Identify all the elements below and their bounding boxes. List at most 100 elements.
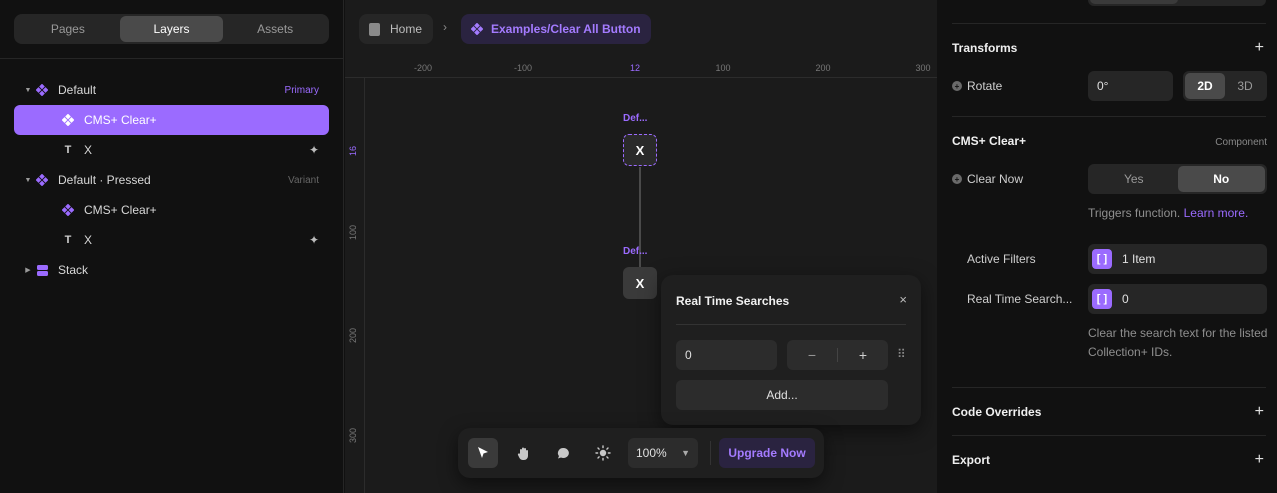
properties-panel: Transforms + + Rotate 0° 2D 3D CMS+ Clea… xyxy=(938,0,1277,493)
upgrade-now-button[interactable]: Upgrade Now xyxy=(719,438,815,468)
ruler-tick-highlight: 12 xyxy=(629,63,641,73)
expand-caret-icon[interactable]: ▼ xyxy=(22,177,34,184)
ruler-tick: 300 xyxy=(348,427,358,443)
tab-assets[interactable]: Assets xyxy=(223,16,327,42)
clear-now-label: + Clear Now xyxy=(952,172,1023,186)
hand-icon xyxy=(517,447,528,460)
zoom-value: 100% xyxy=(636,446,667,460)
theme-toggle-button[interactable] xyxy=(588,438,618,468)
divider xyxy=(710,441,711,465)
drag-handle-icon[interactable]: ⠿ xyxy=(897,347,906,361)
value-stepper: − + xyxy=(787,340,888,370)
divider xyxy=(952,116,1266,117)
vertical-ruler: 16 100 200 300 xyxy=(345,78,365,493)
mode-3d-option[interactable]: 3D xyxy=(1225,73,1265,99)
zoom-select[interactable]: 100% ▼ xyxy=(628,438,698,468)
layer-default[interactable]: ▼ Default Primary xyxy=(14,75,329,105)
divider xyxy=(676,324,906,325)
layer-cms-clear-selected[interactable]: CMS+ Clear+ xyxy=(14,105,329,135)
expand-caret-icon[interactable]: ▶ xyxy=(22,266,34,274)
comment-tool-button[interactable] xyxy=(548,438,578,468)
real-time-searches-popover: Real Time Searches × 0 − + ⠿ Add... xyxy=(661,275,921,425)
active-filters-value: 1 Item xyxy=(1122,252,1156,266)
variant-tag: Variant xyxy=(288,174,319,186)
triggers-text: Triggers function. xyxy=(1088,206,1181,220)
rotate-input[interactable]: 0° xyxy=(1088,71,1173,101)
add-transform-icon[interactable]: + xyxy=(1255,40,1264,56)
dimension-toggle: 2D 3D xyxy=(1183,71,1267,101)
tab-pages[interactable]: Pages xyxy=(16,16,120,42)
ruler-tick: 100 xyxy=(715,63,731,73)
layer-label: Default xyxy=(58,83,97,97)
add-code-override-icon[interactable]: + xyxy=(1255,404,1264,420)
real-time-searches-field[interactable]: [ ] 0 xyxy=(1088,284,1267,314)
close-icon[interactable]: × xyxy=(899,292,907,307)
add-item-button[interactable]: Add... xyxy=(676,380,888,410)
ruler-tick: -200 xyxy=(413,63,433,73)
clear-button-pressed[interactable]: X xyxy=(623,267,657,299)
real-time-searches-hint: Clear the search text for the listed Col… xyxy=(1088,326,1268,359)
component-instance-icon xyxy=(60,112,76,128)
layers-panel: Pages Layers Assets ▼ Default Primary CM… xyxy=(0,0,344,493)
sparkle-icon[interactable]: ✦ xyxy=(309,233,319,247)
clear-button-default[interactable]: X xyxy=(623,134,657,166)
component-instance-icon xyxy=(60,202,76,218)
horizontal-ruler: -200 -100 12 100 200 300 xyxy=(345,60,937,78)
real-time-searches-value: 0 xyxy=(1122,292,1129,306)
expand-caret-icon[interactable]: ▼ xyxy=(22,87,34,94)
frame-label[interactable]: Def... xyxy=(623,113,647,124)
component-icon xyxy=(34,172,50,188)
select-tool-button[interactable] xyxy=(468,438,498,468)
canvas-toolbar: 100% ▼ Upgrade Now xyxy=(458,428,824,478)
stack-icon xyxy=(34,262,50,278)
layer-label: CMS+ Clear+ xyxy=(84,203,157,217)
layer-tree: ▼ Default Primary CMS+ Clear+ T X ✦ ▼ De… xyxy=(14,75,329,285)
layer-default-pressed[interactable]: ▼ Default · Pressed Variant xyxy=(14,165,329,195)
mode-2d-option[interactable]: 2D xyxy=(1185,73,1225,99)
increment-button[interactable]: + xyxy=(838,347,888,363)
comment-icon xyxy=(557,447,569,458)
transforms-title: Transforms xyxy=(952,41,1018,55)
search-value-input[interactable]: 0 xyxy=(676,340,777,370)
component-subtitle: Component xyxy=(1215,137,1267,148)
layer-label: Default · Pressed xyxy=(58,173,151,187)
hand-tool-button[interactable] xyxy=(508,438,538,468)
triggers-hint: Triggers function. Learn more. xyxy=(1088,204,1248,223)
breadcrumb-home-label: Home xyxy=(390,22,423,36)
decrement-button[interactable]: − xyxy=(787,347,837,363)
rotate-label-text: Rotate xyxy=(967,79,1003,93)
canvas[interactable]: Home › Examples/Clear All Button -200 -1… xyxy=(345,0,937,493)
active-filters-label: Active Filters xyxy=(967,252,1036,266)
text-icon: T xyxy=(64,144,72,156)
learn-more-link[interactable]: Learn more. xyxy=(1184,206,1249,220)
plus-circle-icon[interactable]: + xyxy=(952,81,962,91)
clear-now-label-text: Clear Now xyxy=(967,172,1024,186)
no-option[interactable]: No xyxy=(1177,166,1265,192)
layer-stack[interactable]: ▶ Stack xyxy=(14,255,329,285)
breadcrumb-current-label: Examples/Clear All Button xyxy=(491,22,641,36)
sparkle-icon[interactable]: ✦ xyxy=(309,143,319,157)
export-title: Export xyxy=(952,453,991,467)
add-export-icon[interactable]: + xyxy=(1255,452,1264,468)
array-icon: [ ] xyxy=(1092,249,1112,269)
yes-option[interactable]: Yes xyxy=(1090,166,1178,192)
breadcrumb-current[interactable]: Examples/Clear All Button xyxy=(461,14,651,44)
tab-layers[interactable]: Layers xyxy=(119,16,224,42)
divider xyxy=(952,387,1266,388)
panel-tabs: Pages Layers Assets xyxy=(14,14,329,44)
active-filters-field[interactable]: [ ] 1 Item xyxy=(1088,244,1267,274)
clear-now-toggle: Yes No xyxy=(1088,164,1267,194)
divider xyxy=(952,435,1266,436)
primary-tag: Primary xyxy=(284,84,319,96)
layer-x-text[interactable]: T X ✦ xyxy=(14,225,329,255)
layer-x-text[interactable]: T X ✦ xyxy=(14,135,329,165)
ruler-tick: 200 xyxy=(348,327,358,343)
breadcrumb-home[interactable]: Home xyxy=(359,14,433,44)
frame-label[interactable]: Def... xyxy=(623,246,647,257)
top-segment-control[interactable] xyxy=(1088,0,1266,6)
page-icon xyxy=(369,22,380,36)
chevron-down-icon: ▼ xyxy=(681,448,690,458)
layer-cms-clear[interactable]: CMS+ Clear+ xyxy=(14,195,329,225)
plus-circle-icon[interactable]: + xyxy=(952,174,962,184)
rotate-label: + Rotate xyxy=(952,79,1002,93)
